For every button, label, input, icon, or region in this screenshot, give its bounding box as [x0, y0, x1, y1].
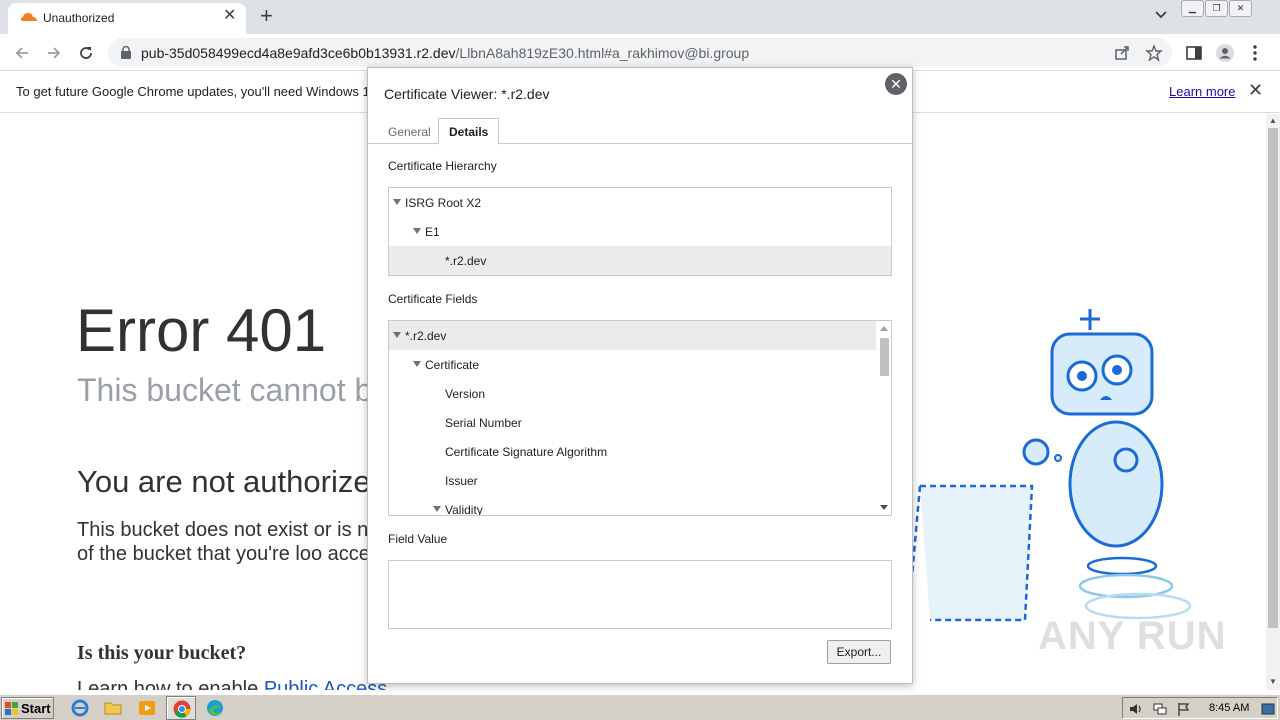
scroll-up-icon[interactable]: ▲	[1269, 116, 1277, 125]
fields-label: Certificate Fields	[388, 292, 478, 306]
tree-item[interactable]: ISRG Root X2	[389, 188, 891, 217]
start-button[interactable]: Start	[1, 697, 54, 719]
export-button[interactable]: Export...	[827, 640, 891, 664]
error-subtitle: This bucket cannot b	[77, 372, 373, 408]
menu-dots-icon[interactable]	[1245, 43, 1265, 63]
browser-tab[interactable]: Unauthorized ✕	[8, 3, 246, 34]
hierarchy-tree: ISRG Root X2 E1 *.r2.dev	[388, 187, 892, 276]
reload-icon[interactable]	[76, 43, 96, 63]
tab-title: Unauthorized	[43, 11, 115, 25]
taskbar: Start 8:45 AM	[0, 694, 1280, 720]
media-player-icon[interactable]	[137, 698, 157, 718]
expanded-arrow-icon[interactable]	[413, 228, 421, 234]
browser-toolbar: pub-35d058499ecd4a8e9afd3ce6b0b13931.r2.…	[0, 34, 1280, 71]
tab-strip: Unauthorized ✕ + ▁ ❐ ✕	[0, 0, 1280, 34]
profile-icon[interactable]	[1215, 43, 1235, 63]
tab-general[interactable]: General	[388, 125, 431, 139]
restore-icon[interactable]: ❐	[1205, 0, 1228, 17]
edge-icon[interactable]	[205, 698, 225, 718]
expanded-arrow-icon[interactable]	[393, 199, 401, 205]
tree-item-selected[interactable]: *.r2.dev	[389, 321, 877, 350]
tree-item[interactable]: Version	[389, 379, 891, 408]
tree-item[interactable]: Serial Number	[389, 408, 891, 437]
side-panel-icon[interactable]	[1184, 43, 1204, 63]
dialog-tabs: General Details	[368, 118, 912, 145]
chrome-icon	[173, 700, 191, 718]
hierarchy-label: Certificate Hierarchy	[388, 159, 497, 173]
scroll-thumb[interactable]	[880, 338, 889, 376]
certificate-viewer-dialog: Certificate Viewer: *.r2.dev ✕ General D…	[367, 67, 913, 684]
tree-item[interactable]: E1	[389, 217, 891, 246]
close-dialog-icon[interactable]: ✕	[885, 73, 907, 95]
scroll-thumb[interactable]	[1268, 128, 1278, 628]
scroll-up-icon[interactable]	[880, 326, 888, 331]
scroll-down-icon[interactable]	[880, 505, 888, 510]
learn-text: Learn how to enable Public Access	[77, 678, 387, 690]
learn-more-link[interactable]: Learn more	[1169, 84, 1235, 99]
fields-scrollbar[interactable]	[876, 321, 891, 515]
volume-icon[interactable]	[1128, 701, 1144, 717]
field-value-box[interactable]	[388, 560, 892, 629]
close-tab-icon[interactable]: ✕	[223, 8, 236, 24]
share-icon[interactable]	[1113, 44, 1131, 62]
tree-item-selected[interactable]: *.r2.dev	[389, 246, 891, 275]
dialog-title: Certificate Viewer: *.r2.dev	[384, 86, 550, 102]
page-scrollbar[interactable]: ▲ ▼	[1266, 114, 1280, 690]
expanded-arrow-icon[interactable]	[393, 332, 401, 338]
windows-logo-icon	[5, 702, 18, 715]
ie-icon[interactable]	[70, 698, 90, 718]
forward-icon[interactable]	[44, 43, 64, 63]
anyrun-watermark: ANY RUN	[1038, 614, 1227, 658]
address-bar[interactable]: pub-35d058499ecd4a8e9afd3ce6b0b13931.r2.…	[108, 38, 1172, 67]
field-value-label: Field Value	[388, 532, 448, 546]
bucket-heading: Is this your bucket?	[77, 642, 247, 664]
cloudflare-icon	[21, 13, 37, 21]
new-tab-icon[interactable]: +	[260, 5, 273, 27]
fields-tree: *.r2.dev Certificate Version Serial Numb…	[388, 320, 892, 516]
infobar-message: To get future Google Chrome updates, you…	[16, 84, 377, 99]
close-infobar-icon[interactable]: ✕	[1248, 81, 1263, 99]
clock: 8:45 AM	[1209, 702, 1250, 714]
system-tray: 8:45 AM	[1122, 697, 1278, 719]
error-title: Error 401	[76, 297, 327, 364]
scroll-down-icon[interactable]: ▼	[1269, 677, 1277, 686]
tree-item[interactable]: Certificate Signature Algorithm	[389, 437, 891, 466]
back-icon[interactable]	[12, 43, 32, 63]
window-controls: ▁ ❐ ✕	[1181, 0, 1252, 18]
tree-item[interactable]: Validity	[389, 495, 891, 515]
folder-icon[interactable]	[103, 698, 123, 718]
tree-item[interactable]: Certificate	[389, 350, 891, 379]
tree-item[interactable]: Issuer	[389, 466, 891, 495]
expanded-arrow-icon[interactable]	[433, 506, 441, 512]
error-body: This bucket does not exist or is n URL o…	[77, 519, 414, 565]
url-text: pub-35d058499ecd4a8e9afd3ce6b0b13931.r2.…	[141, 45, 750, 61]
tab-details[interactable]: Details	[438, 118, 500, 145]
minimize-icon[interactable]: ▁	[1181, 0, 1204, 17]
lock-icon[interactable]	[120, 46, 132, 59]
show-desktop-icon[interactable]	[1260, 701, 1276, 717]
expanded-arrow-icon[interactable]	[413, 361, 421, 367]
network-icon[interactable]	[1152, 701, 1168, 717]
chevron-down-icon[interactable]	[1153, 6, 1169, 22]
error-heading: You are not authorize	[77, 464, 371, 499]
bookmark-star-icon[interactable]	[1145, 44, 1163, 62]
close-window-icon[interactable]: ✕	[1229, 0, 1252, 17]
chrome-taskbar-button[interactable]	[166, 696, 196, 720]
robot-illustration	[906, 309, 1192, 622]
flag-icon[interactable]	[1176, 701, 1192, 717]
